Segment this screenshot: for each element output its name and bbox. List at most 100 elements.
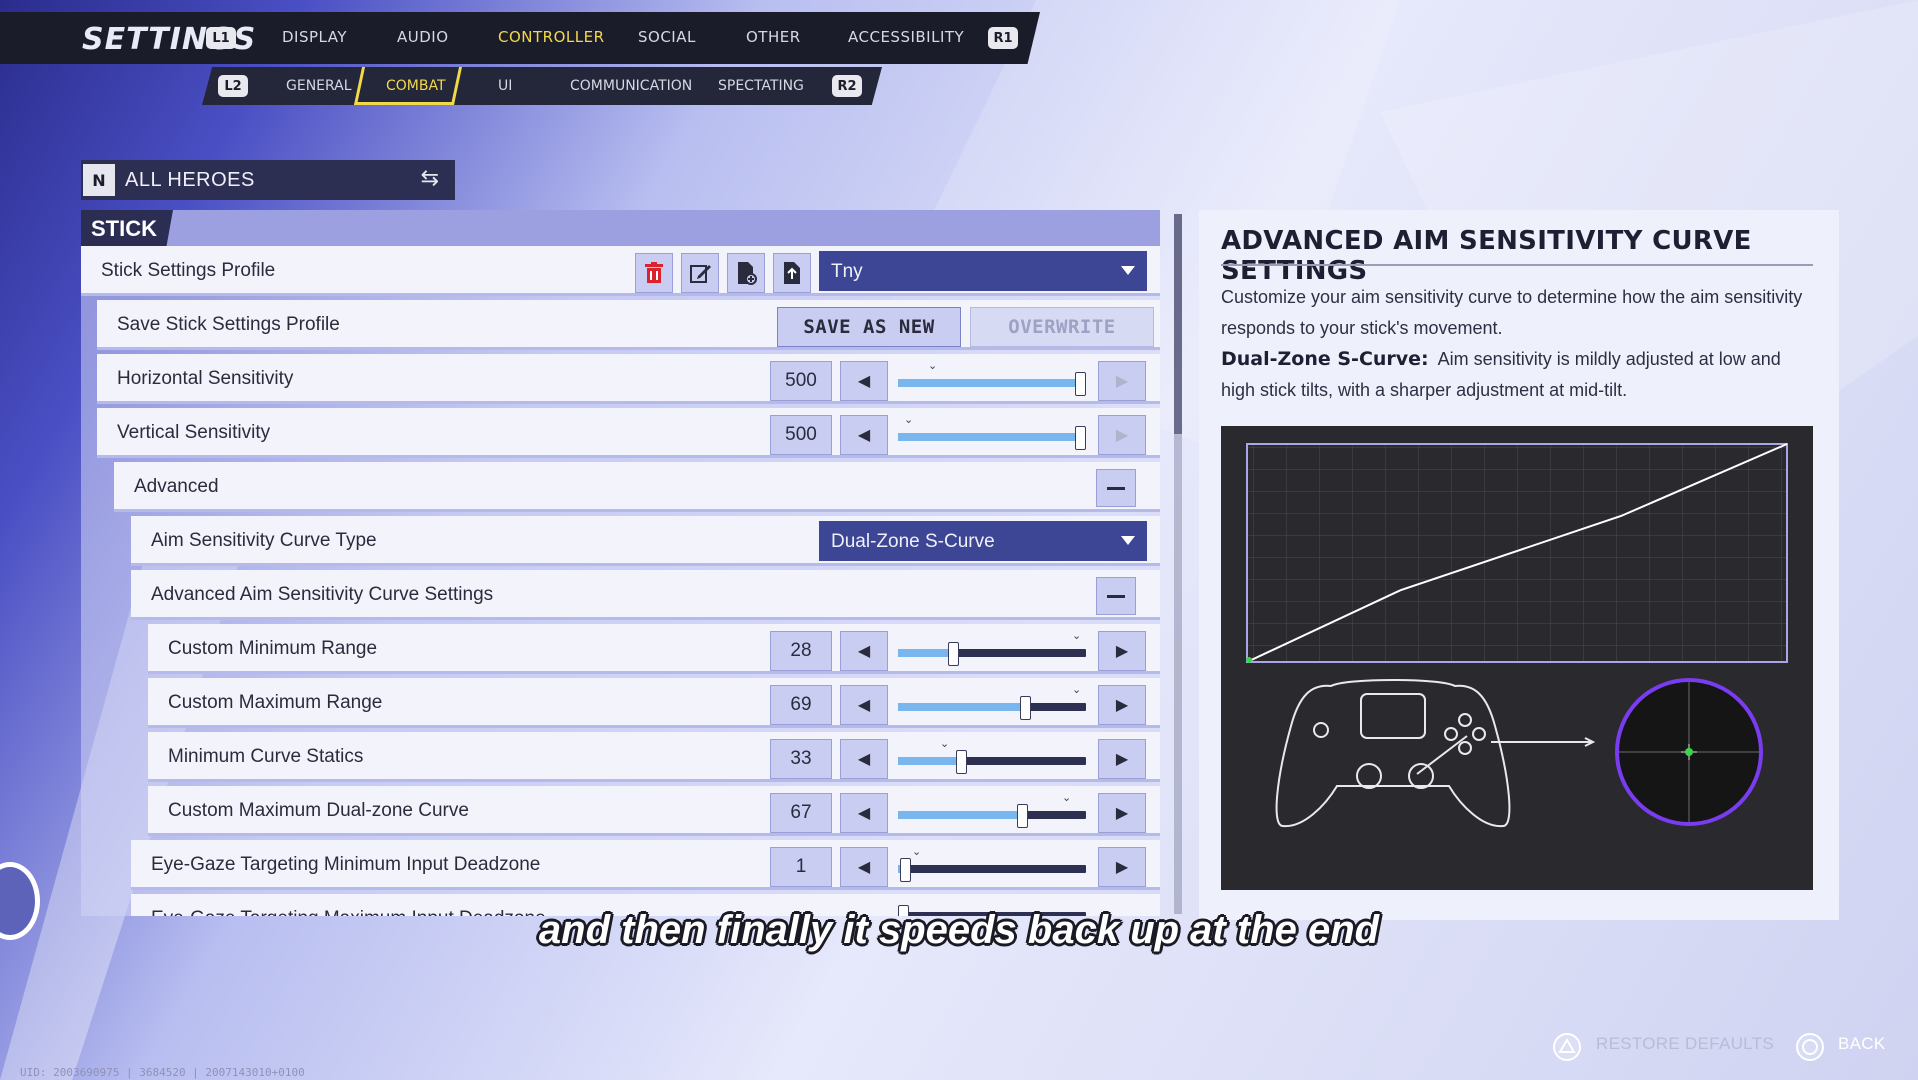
- subtab-general[interactable]: GENERAL: [286, 78, 352, 94]
- value-box[interactable]: 1: [770, 847, 832, 887]
- info-title: ADVANCED AIM SENSITIVITY CURVE SETTINGS: [1221, 226, 1752, 286]
- tab-controller[interactable]: CONTROLLER: [498, 28, 605, 46]
- slider-handle[interactable]: [900, 858, 911, 882]
- row-custom-minimum-range[interactable]: Custom Minimum Range 28 ◀ ⌄ ▶: [148, 624, 1160, 674]
- video-subtitle: and then finally it speeds back up at th…: [538, 908, 1380, 952]
- slider-handle[interactable]: [1020, 696, 1031, 720]
- slider-handle[interactable]: [948, 642, 959, 666]
- value-box[interactable]: 33: [770, 739, 832, 779]
- increase-button[interactable]: ▶: [1098, 847, 1146, 887]
- tab-audio[interactable]: AUDIO: [397, 28, 449, 46]
- subtab-communication[interactable]: COMMUNICATION: [570, 78, 692, 94]
- default-marker-icon: ⌄: [1072, 683, 1082, 696]
- value-box[interactable]: 69: [770, 685, 832, 725]
- scrollbar-thumb[interactable]: [1174, 214, 1182, 434]
- row-curve-type[interactable]: Aim Sensitivity Curve Type Dual-Zone S-C…: [131, 516, 1160, 566]
- value-box[interactable]: 28: [770, 631, 832, 671]
- increase-button[interactable]: ▶: [1098, 685, 1146, 725]
- slider-track[interactable]: ⌄: [898, 845, 1086, 882]
- curve-type-dropdown[interactable]: Dual-Zone S-Curve: [819, 521, 1147, 561]
- slider-handle[interactable]: [1017, 804, 1028, 828]
- hero-selector[interactable]: N ALL HEROES ⇆: [81, 160, 455, 200]
- row-custom-maximum-dual-zone-curve[interactable]: Custom Maximum Dual-zone Curve 67 ◀ ⌄ ▶: [148, 786, 1160, 836]
- row-label: Horizontal Sensitivity: [117, 368, 294, 389]
- increase-button[interactable]: ▶: [1098, 415, 1146, 455]
- l2-key-hint[interactable]: L2: [218, 75, 248, 97]
- restore-defaults-button[interactable]: RESTORE DEFAULTS: [1596, 1034, 1774, 1054]
- decrease-button[interactable]: ◀: [840, 415, 888, 455]
- tab-social[interactable]: SOCIAL: [638, 28, 696, 46]
- increase-button[interactable]: ▶: [1098, 739, 1146, 779]
- value-box[interactable]: 500: [770, 415, 832, 455]
- hero-logo-icon: N: [83, 164, 115, 196]
- decrease-button[interactable]: ◀: [840, 631, 888, 671]
- tab-display[interactable]: DISPLAY: [282, 28, 347, 46]
- decrease-button[interactable]: ◀: [840, 685, 888, 725]
- default-marker-icon: ⌄: [904, 413, 914, 426]
- row-eye-gaze-min-deadzone[interactable]: Eye-Gaze Targeting Minimum Input Deadzon…: [131, 840, 1160, 890]
- back-button[interactable]: BACK: [1838, 1034, 1886, 1054]
- row-save-profile[interactable]: Save Stick Settings Profile SAVE AS NEW …: [97, 300, 1160, 350]
- tab-other[interactable]: OTHER: [746, 28, 801, 46]
- rename-profile-button[interactable]: [681, 253, 719, 293]
- chevron-down-icon: [1121, 536, 1135, 545]
- slider-handle[interactable]: [1075, 426, 1086, 450]
- row-stick-profile[interactable]: Stick Settings Profile Tny: [81, 246, 1160, 296]
- r2-key-hint[interactable]: R2: [832, 75, 862, 97]
- profile-dropdown[interactable]: Tny: [819, 251, 1147, 291]
- decrease-button[interactable]: ◀: [840, 847, 888, 887]
- increase-button[interactable]: ▶: [1098, 361, 1146, 401]
- collapse-button[interactable]: [1096, 469, 1136, 507]
- file-export-icon: [784, 262, 800, 284]
- slider-handle[interactable]: [956, 750, 967, 774]
- row-label: Stick Settings Profile: [101, 260, 276, 281]
- row-advanced-curve-settings[interactable]: Advanced Aim Sensitivity Curve Settings: [131, 570, 1160, 620]
- row-custom-maximum-range[interactable]: Custom Maximum Range 69 ◀ ⌄ ▶: [148, 678, 1160, 728]
- row-minimum-curve-statics[interactable]: Minimum Curve Statics 33 ◀ ⌄ ▶: [148, 732, 1160, 782]
- row-horizontal-sensitivity[interactable]: Horizontal Sensitivity 500 ◀ ⌄ ▶: [97, 354, 1160, 404]
- default-marker-icon: ⌄: [940, 737, 950, 750]
- subtab-ui[interactable]: UI: [498, 78, 512, 94]
- overwrite-button[interactable]: OVERWRITE: [970, 307, 1154, 347]
- slider-fill: [898, 811, 1024, 819]
- save-as-new-button[interactable]: SAVE AS NEW: [777, 307, 961, 347]
- tab-accessibility[interactable]: ACCESSIBILITY: [848, 28, 964, 46]
- default-marker-icon: ⌄: [1072, 629, 1082, 642]
- row-label: Custom Minimum Range: [168, 638, 378, 659]
- slider-track[interactable]: ⌄: [898, 683, 1086, 720]
- slider-track[interactable]: ⌄: [898, 359, 1086, 396]
- increase-button[interactable]: ▶: [1098, 631, 1146, 671]
- decrease-button[interactable]: ◀: [840, 361, 888, 401]
- row-label: Advanced: [134, 476, 219, 497]
- row-vertical-sensitivity[interactable]: Vertical Sensitivity 500 ◀ ⌄ ▶: [97, 408, 1160, 458]
- decrease-button[interactable]: ◀: [840, 793, 888, 833]
- value-box[interactable]: 500: [770, 361, 832, 401]
- slider-handle[interactable]: [1075, 372, 1086, 396]
- delete-profile-button[interactable]: [635, 253, 673, 293]
- r1-key-hint[interactable]: R1: [988, 27, 1018, 49]
- slider-fill: [898, 757, 960, 765]
- row-label: Save Stick Settings Profile: [117, 314, 340, 335]
- increase-button[interactable]: ▶: [1098, 793, 1146, 833]
- slider-track[interactable]: ⌄: [898, 737, 1086, 774]
- subtab-spectating[interactable]: SPECTATING: [718, 78, 804, 94]
- slider-track[interactable]: ⌄: [898, 629, 1086, 666]
- curve-type-dropdown-value: Dual-Zone S-Curve: [831, 531, 995, 552]
- curve-visualization: [1221, 426, 1813, 890]
- subtab-combat[interactable]: COMBAT: [386, 78, 446, 94]
- export-profile-button[interactable]: [773, 253, 811, 293]
- trash-icon: [645, 262, 663, 283]
- settings-list[interactable]: Stick Settings Profile Tny Save Stick Se…: [81, 246, 1160, 916]
- sub-tab-bar: L2 GENERAL COMBAT UI COMMUNICATION SPECT…: [202, 67, 882, 105]
- l1-key-hint[interactable]: L1: [206, 27, 236, 49]
- slider-track[interactable]: ⌄: [898, 791, 1086, 828]
- decrease-button[interactable]: ◀: [840, 739, 888, 779]
- import-profile-button[interactable]: [727, 253, 765, 293]
- uid-text: UID: 2003690975 | 3684520 | 2007143010+0…: [20, 1066, 305, 1079]
- value-box[interactable]: 67: [770, 793, 832, 833]
- row-label: Eye-Gaze Targeting Minimum Input Deadzon…: [151, 854, 541, 875]
- profile-dropdown-value: Tny: [831, 261, 863, 282]
- slider-track[interactable]: ⌄: [898, 413, 1086, 450]
- collapse-button[interactable]: [1096, 577, 1136, 615]
- row-advanced[interactable]: Advanced: [114, 462, 1160, 512]
